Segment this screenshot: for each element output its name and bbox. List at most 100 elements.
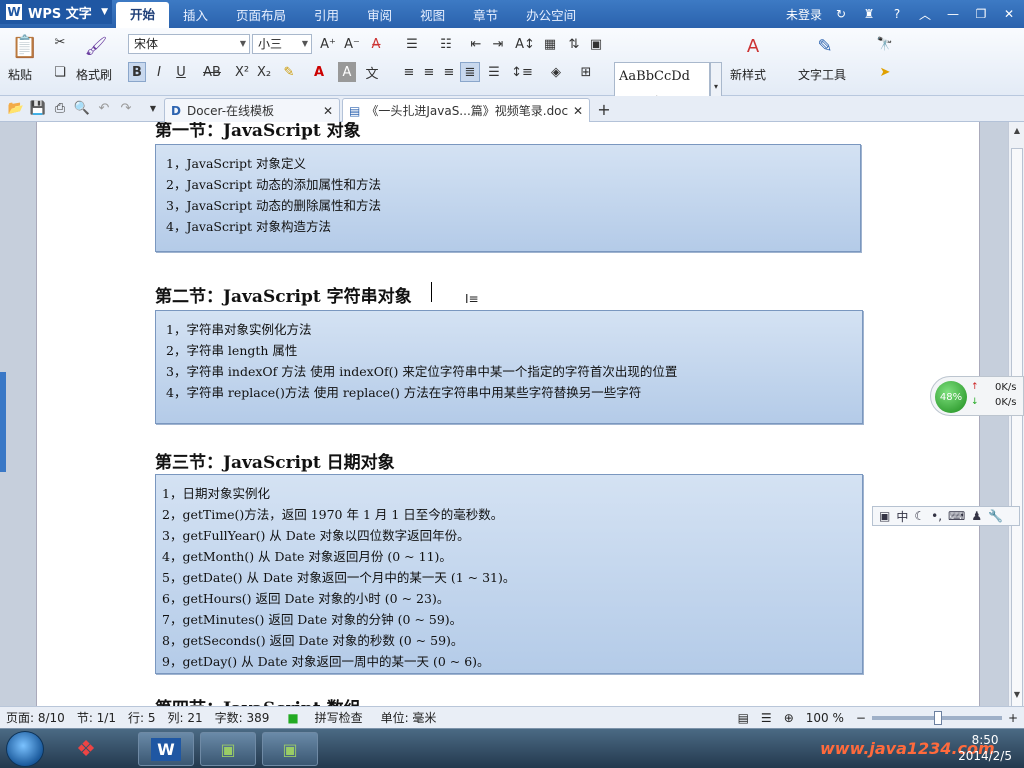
wrench-icon[interactable]: 🔧 [988,509,1003,523]
text-direction-icon[interactable]: A↕ [512,34,538,54]
app-menu-button[interactable]: W WPS 文字 ▼ [0,0,112,24]
table-icon[interactable]: ▦ [540,34,560,54]
format-painter-icon[interactable]: 🖌 [82,32,110,60]
select-icon[interactable]: ➤ [872,62,898,82]
justify-icon[interactable]: ≣ [460,62,480,82]
tab-insert[interactable]: 插入 [169,5,222,24]
redo-icon[interactable]: ↷ [118,100,134,116]
format-painter-button[interactable]: 格式刷 [76,66,112,83]
print-preview-icon[interactable]: 🔍 [74,100,90,116]
minimize-icon[interactable]: — [944,7,962,21]
subscript-icon[interactable]: X₂ [254,62,274,82]
text-tools-button[interactable]: 文字工具 [798,66,846,83]
side-panel-toggle[interactable] [0,372,6,472]
align-center-icon[interactable]: ≡ [420,62,438,82]
taskbar-app-3[interactable]: ▣ [200,732,256,766]
tab-page-layout[interactable]: 页面布局 [222,5,300,24]
collapse-ribbon-icon[interactable]: ︿ [916,6,934,23]
decrease-indent-icon[interactable]: ⇤ [466,34,486,54]
sort-icon[interactable]: ⇅ [564,34,584,54]
tab-home[interactable]: 开始 [116,2,170,28]
ime-logo-icon[interactable]: ▣ [879,509,890,523]
copy-icon[interactable]: ❏ [50,62,70,82]
web-view-icon[interactable]: ⊕ [778,711,800,725]
paragraph-border-icon[interactable]: ⊞ [574,62,598,82]
tab-references[interactable]: 引用 [300,5,353,24]
align-left-icon[interactable]: ≡ [400,62,418,82]
close-tab-icon[interactable]: ✕ [323,104,333,118]
distribute-icon[interactable]: ☰ [484,62,504,82]
shading-icon[interactable]: ◈ [544,62,568,82]
system-clock[interactable]: 8:50 2014/2/5 [958,732,1012,764]
moon-icon[interactable]: ☾ [914,509,925,523]
shrink-font-icon[interactable]: A⁻ [342,34,362,54]
spell-check[interactable]: ■ 拼写检查 [275,709,374,726]
numbered-list-icon[interactable]: ☷ [432,34,460,54]
border-icon[interactable]: ▣ [586,34,606,54]
clear-format-icon[interactable]: A̶ [366,34,386,54]
taskbar-app-4[interactable]: ▣ [262,732,318,766]
highlight-icon[interactable]: ✎ [278,62,300,82]
grow-font-icon[interactable]: A⁺ [318,34,338,54]
font-name-select[interactable]: 宋体 ▼ [128,34,250,54]
bold-icon[interactable]: B [128,62,146,82]
start-button[interactable] [6,731,44,767]
keyboard-icon[interactable]: ⌨ [948,509,965,523]
help-icon[interactable]: ? [888,7,906,21]
status-unit[interactable]: 单位: 毫米 [375,709,443,726]
align-right-icon[interactable]: ≡ [440,62,458,82]
paste-button[interactable]: 粘贴 [8,66,32,83]
save-icon[interactable]: 💾 [30,100,46,116]
increase-indent-icon[interactable]: ⇥ [488,34,508,54]
tab-office-space[interactable]: 办公空间 [512,5,590,24]
login-link[interactable]: 未登录 [786,6,822,23]
punctuation-icon[interactable]: •, [931,509,942,523]
shirt-icon[interactable]: ♜ [860,7,878,21]
close-icon[interactable]: ✕ [1000,7,1018,21]
phonetic-icon[interactable]: 文 [360,62,384,82]
status-page[interactable]: 页面: 8/10 [0,709,71,726]
user-icon[interactable]: ♟ [971,509,982,523]
italic-icon[interactable]: I [150,62,168,82]
net-speed-widget[interactable]: 48% ↑ ↓ 0K/s 0K/s [930,376,1024,416]
font-color-icon[interactable]: A [308,62,330,82]
tab-document[interactable]: ▤ 《一头扎进JavaS...篇》视频笔录.doc ✕ [342,98,590,122]
new-tab-icon[interactable]: + [594,99,614,119]
new-style-icon[interactable]: A [740,32,766,60]
page-view-icon[interactable]: ▤ [732,711,755,725]
line-spacing-icon[interactable]: ↕≡ [508,62,536,82]
zoom-slider-thumb[interactable] [933,710,942,725]
taskbar-app-1[interactable]: ❖ [58,732,114,766]
open-folder-icon[interactable]: 📂 [8,100,24,116]
scroll-down-icon[interactable]: ▼ [1011,690,1023,704]
zoom-out-icon[interactable]: − [850,711,872,725]
scroll-up-icon[interactable]: ▲ [1011,126,1023,140]
ime-mode[interactable]: 中 [896,508,908,525]
cut-icon[interactable]: ✂ [50,32,70,52]
print-icon[interactable]: ⎙ [52,100,68,116]
taskbar-wps[interactable]: W [138,732,194,766]
char-shading-icon[interactable]: A [338,62,356,82]
tab-view[interactable]: 视图 [406,5,459,24]
refresh-icon[interactable]: ↻ [832,7,850,21]
tab-chapter[interactable]: 章节 [459,5,512,24]
tab-docer[interactable]: D Docer-在线模板 ✕ [164,98,340,122]
zoom-slider[interactable] [871,710,1002,725]
customize-toolbar-icon[interactable]: ▼ [146,100,160,116]
strikethrough-icon[interactable]: AB [198,62,226,82]
text-tools-icon[interactable]: ✎ [812,32,838,60]
bullet-list-icon[interactable]: ☰ [398,34,426,54]
status-words[interactable]: 字数: 389 [209,709,276,726]
underline-icon[interactable]: U [170,62,192,82]
undo-icon[interactable]: ↶ [96,100,112,116]
outline-view-icon[interactable]: ☰ [755,711,778,725]
paste-icon[interactable]: 📋 [10,32,40,62]
document-page[interactable]: 第一节：JavaScript 对象 1，JavaScript 对象定义 2，Ja… [36,122,980,706]
zoom-in-icon[interactable]: + [1002,711,1024,725]
font-size-select[interactable]: 小三 ▼ [252,34,312,54]
superscript-icon[interactable]: X² [232,62,252,82]
scroll-thumb[interactable] [1011,148,1023,708]
restore-icon[interactable]: ❐ [972,7,990,21]
zoom-level[interactable]: 100 % [800,711,850,725]
tab-review[interactable]: 审阅 [353,5,406,24]
